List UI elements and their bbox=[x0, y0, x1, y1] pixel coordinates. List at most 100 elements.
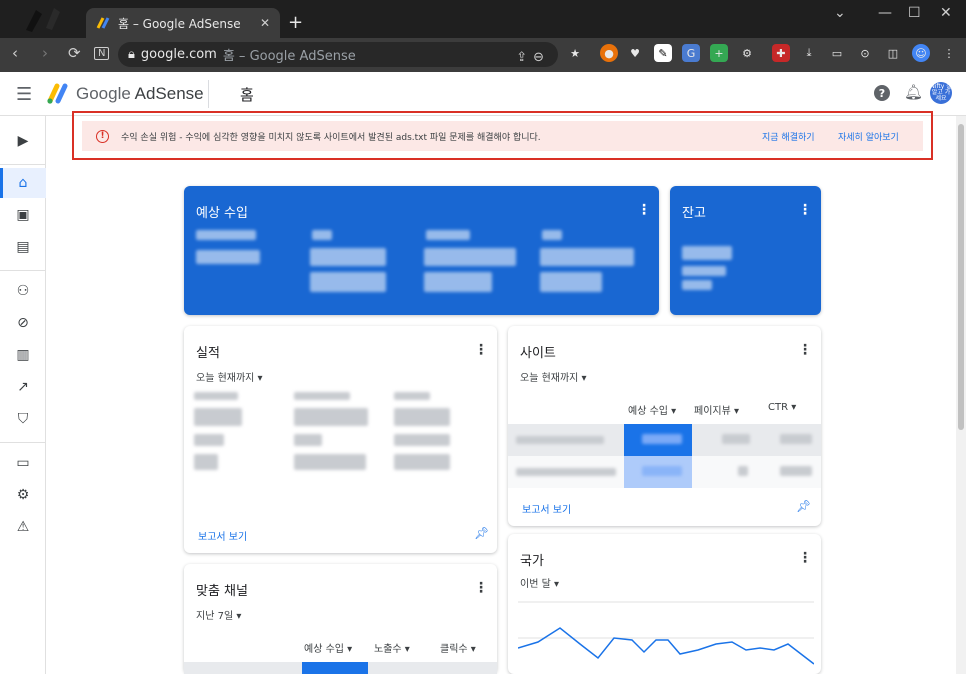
date-range-dropdown[interactable]: 오늘 현재까지 ▾ bbox=[520, 369, 587, 384]
new-tab-button[interactable]: + bbox=[288, 12, 303, 33]
youtube-icon[interactable]: ▶ bbox=[0, 126, 46, 156]
card-title: 잔고 bbox=[682, 206, 706, 221]
date-range-dropdown[interactable]: 지난 7일 ▾ bbox=[196, 607, 241, 622]
extension-translate-icon[interactable]: G bbox=[682, 44, 700, 62]
redacted-value bbox=[294, 454, 366, 470]
tab-close-icon[interactable]: ✕ bbox=[260, 16, 270, 30]
address-bar[interactable]: 🔒︎ google.com 홈 – Google AdSense ⇪ ⊖ bbox=[118, 42, 558, 67]
sites-icon[interactable]: ▤ bbox=[0, 232, 46, 262]
url-domain: google.com bbox=[140, 47, 217, 62]
policy-icon[interactable]: ⛉ bbox=[0, 404, 46, 434]
reports-icon[interactable]: ▥ bbox=[0, 340, 46, 370]
reader-icon[interactable]: N bbox=[94, 47, 110, 60]
settings-icon[interactable]: ⚙ bbox=[0, 480, 46, 510]
reload-icon[interactable]: ⟳ bbox=[68, 44, 81, 62]
more-options-icon[interactable]: ⋮ bbox=[637, 202, 651, 218]
pin-icon[interactable]: 📌︎ bbox=[796, 499, 811, 513]
more-options-icon[interactable]: ⋮ bbox=[474, 580, 488, 596]
column-header-earnings[interactable]: 예상 수입 ▾ bbox=[304, 640, 352, 655]
column-header-impressions[interactable]: 노출수 ▾ bbox=[374, 640, 410, 655]
payments-icon[interactable]: ▭ bbox=[0, 448, 46, 478]
pin-icon[interactable]: 📌︎ bbox=[474, 526, 489, 540]
screenshot-icon[interactable]: ⊙ bbox=[856, 44, 874, 62]
url-page-title: 홈 – Google AdSense bbox=[222, 49, 356, 64]
minimize-button[interactable]: — bbox=[878, 5, 892, 21]
maximize-button[interactable]: ☐ bbox=[908, 5, 921, 21]
countries-sparkline bbox=[518, 601, 814, 665]
browser-menu-icon[interactable]: ⋮ bbox=[940, 44, 958, 62]
sidepanel-icon[interactable]: ◫ bbox=[884, 44, 902, 62]
more-options-icon[interactable]: ⋮ bbox=[474, 342, 488, 358]
account-icon[interactable]: ⚇ bbox=[0, 276, 46, 306]
shield-icon[interactable]: ♥ bbox=[626, 44, 644, 62]
learn-more-link[interactable]: 자세히 알아보기 bbox=[838, 130, 899, 143]
extension-add-icon[interactable]: + bbox=[710, 44, 728, 62]
home-icon[interactable]: ⌂ bbox=[0, 168, 46, 198]
redacted-value bbox=[194, 408, 242, 426]
forward-icon[interactable]: › bbox=[42, 44, 48, 62]
redacted-value bbox=[738, 466, 748, 476]
column-header-earnings[interactable]: 예상 수입 ▾ bbox=[628, 402, 676, 417]
redacted-value bbox=[542, 230, 562, 240]
view-report-link[interactable]: 보고서 보기 bbox=[198, 528, 247, 543]
zoom-icon[interactable]: ⊖ bbox=[533, 50, 544, 65]
browser-tab-active[interactable]: 홈 – Google AdSense ✕ bbox=[86, 8, 280, 38]
redacted-value bbox=[196, 230, 256, 240]
extensions-puzzle-icon[interactable]: ⚙ bbox=[738, 44, 756, 62]
redacted-value bbox=[394, 454, 450, 470]
download-icon[interactable]: ⤓ bbox=[800, 44, 818, 62]
sidebar-divider bbox=[0, 270, 46, 271]
alert-message: 수익 손실 위험 - 수익에 심각한 영향을 미치지 않도록 사이트에서 발견된… bbox=[121, 132, 541, 143]
adsense-header: ☰ Google AdSense 홈 ? 🔔︎ Nifty 잘 알고 가세요 bbox=[0, 72, 966, 116]
notifications-bell-icon[interactable]: 🔔︎ bbox=[904, 83, 923, 101]
redacted-value bbox=[642, 434, 682, 444]
favorites-icon[interactable]: ★ bbox=[566, 44, 584, 62]
countries-card: 국가 ⋮ 이번 달 ▾ bbox=[508, 534, 821, 674]
redacted-value bbox=[540, 248, 634, 266]
redacted-value bbox=[780, 434, 812, 444]
column-header-pageviews[interactable]: 페이지뷰 ▾ bbox=[694, 402, 739, 417]
close-window-button[interactable]: ✕ bbox=[940, 5, 952, 21]
column-header-ctr[interactable]: CTR ▾ bbox=[768, 402, 796, 413]
ads-txt-alert: ! 수익 손실 위험 - 수익에 심각한 영향을 미치지 않도록 사이트에서 발… bbox=[72, 111, 933, 160]
redacted-value bbox=[642, 466, 682, 476]
avatar[interactable]: Nifty 잘 알고 가세요 bbox=[930, 82, 952, 104]
redacted-value bbox=[294, 392, 350, 400]
more-options-icon[interactable]: ⋮ bbox=[798, 342, 812, 358]
sites-card: 사이트 ⋮ 오늘 현재까지 ▾ 예상 수입 ▾ 페이지뷰 ▾ CTR ▾ 보고서… bbox=[508, 326, 821, 526]
card-title: 사이트 bbox=[520, 346, 556, 361]
cast-icon[interactable]: ▭ bbox=[828, 44, 846, 62]
extension-flag-icon[interactable]: ✚ bbox=[772, 44, 790, 62]
redacted-value bbox=[310, 248, 386, 266]
help-icon[interactable]: ? bbox=[874, 85, 890, 101]
profile-icon[interactable]: ☺ bbox=[912, 44, 930, 62]
window-wallpaper-icon bbox=[26, 8, 60, 32]
extension-pen-icon[interactable]: ✎ bbox=[654, 44, 672, 62]
optimization-icon[interactable]: ↗ bbox=[0, 372, 46, 402]
date-range-dropdown[interactable]: 이번 달 ▾ bbox=[520, 575, 559, 590]
hamburger-menu-icon[interactable]: ☰ bbox=[16, 84, 32, 105]
redacted-value bbox=[312, 230, 332, 240]
redacted-value bbox=[294, 408, 368, 426]
page-title: 홈 bbox=[240, 86, 254, 104]
redacted-value bbox=[540, 272, 602, 292]
share-icon[interactable]: ⇪ bbox=[516, 50, 527, 65]
more-options-icon[interactable]: ⋮ bbox=[798, 202, 812, 218]
extension-cookie-icon[interactable]: ● bbox=[600, 44, 618, 62]
ads-icon[interactable]: ▣ bbox=[0, 200, 46, 230]
column-header-clicks[interactable]: 클릭수 ▾ bbox=[440, 640, 476, 655]
view-report-link[interactable]: 보고서 보기 bbox=[522, 501, 571, 516]
sidebar-divider bbox=[0, 442, 46, 443]
block-icon[interactable]: ⊘ bbox=[0, 308, 46, 338]
feedback-icon[interactable]: ⚠ bbox=[0, 512, 46, 542]
scrollbar-thumb[interactable] bbox=[958, 124, 964, 430]
tab-search-icon[interactable]: ⌄ bbox=[834, 5, 846, 21]
left-nav: ▶ ⌂ ▣ ▤ ⚇ ⊘ ▥ ↗ ⛉ ▭ ⚙ ⚠ bbox=[0, 116, 46, 674]
redacted-value bbox=[310, 272, 386, 292]
redacted-value bbox=[682, 280, 712, 290]
lock-icon: 🔒︎ bbox=[128, 47, 135, 62]
more-options-icon[interactable]: ⋮ bbox=[798, 550, 812, 566]
fix-now-link[interactable]: 지금 해결하기 bbox=[762, 130, 815, 143]
date-range-dropdown[interactable]: 오늘 현재까지 ▾ bbox=[196, 369, 263, 384]
back-icon[interactable]: ‹ bbox=[12, 44, 18, 62]
